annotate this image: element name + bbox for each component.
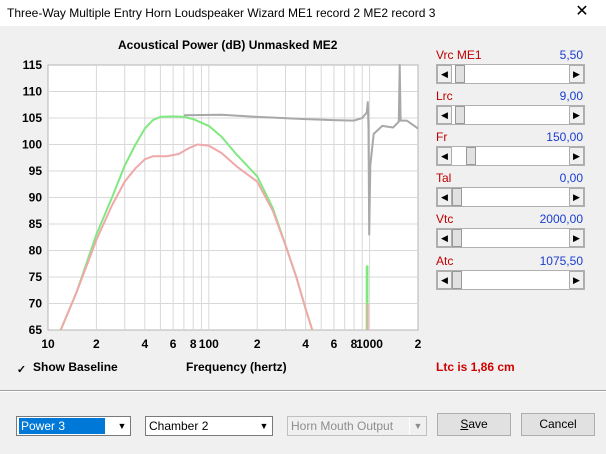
x-tick-label: 4 — [141, 337, 148, 351]
slider-thumb[interactable] — [452, 271, 462, 289]
slider-track[interactable]: ◀ ▶ — [436, 187, 585, 207]
divider — [0, 390, 606, 392]
scroll-left-icon[interactable]: ◀ — [437, 229, 452, 247]
x-tick-label: 10 — [41, 337, 55, 351]
slider-label: Atc — [436, 254, 454, 268]
slider-thumb[interactable] — [452, 229, 462, 247]
status-text: Ltc is 1,86 cm — [436, 360, 515, 374]
slider-track[interactable]: ◀ ▶ — [436, 270, 585, 290]
chamber-select-value: Chamber 2 — [149, 419, 209, 433]
cancel-button[interactable]: Cancel — [521, 413, 595, 436]
slider-thumb[interactable] — [452, 188, 462, 206]
acoustical-power-chart: 11511010510095908580757065 10 2 4 6 8 100 2 4 6 8… — [22, 58, 422, 351]
slider-label: Vtc — [436, 212, 454, 226]
y-tick-labels: 115 110 105 100 95 90 85 80 75 70 65 — [22, 58, 42, 337]
output-select: Horn Mouth Output ▼ — [287, 416, 427, 436]
x-tick-labels: 10 2 4 6 8 100 2 4 6 81000 2 — [41, 337, 421, 351]
x-axis-label: Frequency (hertz) — [186, 360, 287, 374]
output-select-value: Horn Mouth Output — [291, 419, 394, 433]
window-title: Three-Way Multiple Entry Horn Loudspeake… — [7, 6, 436, 20]
scroll-right-icon[interactable]: ▶ — [569, 229, 584, 247]
scroll-right-icon[interactable]: ▶ — [569, 106, 584, 124]
slider-label: Fr — [436, 130, 448, 144]
x-tick-label: 4 — [302, 337, 309, 351]
slider-label: Lrc — [436, 89, 453, 103]
slider-value: 2000,00 — [539, 212, 583, 226]
scroll-right-icon[interactable]: ▶ — [569, 188, 584, 206]
scroll-left-icon[interactable]: ◀ — [437, 188, 452, 206]
show-baseline-checkbox[interactable]: ✓ Show Baseline — [16, 360, 118, 376]
x-tick-label: 100 — [199, 337, 219, 351]
scroll-left-icon[interactable]: ◀ — [437, 147, 452, 165]
slider-track[interactable]: ◀ ▶ — [436, 228, 585, 248]
y-tick-label: 65 — [29, 323, 43, 337]
x-tick-label: 1000 — [356, 337, 383, 351]
scroll-right-icon[interactable]: ▶ — [569, 65, 584, 83]
slider-thumb[interactable] — [455, 65, 466, 83]
chevron-down-icon: ▼ — [409, 417, 426, 435]
scroll-left-icon[interactable]: ◀ — [437, 271, 452, 289]
x-tick-label: 6 — [331, 337, 338, 351]
power-select-value: Power 3 — [19, 418, 105, 434]
title-bar: Three-Way Multiple Entry Horn Loudspeake… — [0, 0, 606, 26]
slider-label: Vrc ME1 — [436, 48, 482, 62]
y-tick-label: 95 — [29, 164, 43, 178]
y-tick-label: 75 — [29, 270, 43, 284]
y-tick-label: 85 — [29, 217, 43, 231]
x-tick-label: 6 — [170, 337, 177, 351]
y-tick-label: 100 — [22, 138, 42, 152]
x-tick-label: 8 — [190, 337, 197, 351]
y-tick-label: 80 — [29, 244, 43, 258]
y-tick-label: 90 — [29, 191, 43, 205]
y-tick-label: 105 — [22, 111, 42, 125]
close-icon[interactable]: ✕ — [562, 0, 602, 26]
slider-value: 9,00 — [559, 89, 583, 103]
scroll-left-icon[interactable]: ◀ — [437, 106, 452, 124]
y-tick-label: 115 — [23, 58, 43, 72]
x-tick-label: 2 — [415, 337, 422, 351]
chamber-select[interactable]: Chamber 2 ▼ — [145, 416, 273, 436]
slider-thumb[interactable] — [465, 147, 476, 165]
x-tick-label: 2 — [93, 337, 100, 351]
show-baseline-label: Show Baseline — [33, 360, 118, 374]
chevron-down-icon[interactable]: ▼ — [255, 417, 272, 435]
scroll-left-icon[interactable]: ◀ — [437, 65, 452, 83]
slider-value: 1075,50 — [539, 254, 583, 268]
power-select[interactable]: Power 3 ▼ — [16, 416, 131, 436]
chevron-down-icon[interactable]: ▼ — [113, 417, 130, 435]
x-tick-label: 2 — [254, 337, 261, 351]
scroll-right-icon[interactable]: ▶ — [569, 147, 584, 165]
y-tick-label: 110 — [23, 85, 43, 99]
slider-value: 150,00 — [546, 130, 583, 144]
slider-label: Tal — [436, 171, 452, 185]
slider-track[interactable]: ◀ ▶ — [436, 64, 585, 84]
checkbox-check-icon[interactable]: ✓ — [16, 365, 27, 376]
slider-track[interactable]: ◀ ▶ — [436, 146, 585, 166]
slider-track[interactable]: ◀ ▶ — [436, 105, 585, 125]
save-button[interactable]: Save — [437, 413, 511, 436]
slider-value: 5,50 — [559, 48, 583, 62]
chart-title: Acoustical Power (dB) Unmasked ME2 — [118, 38, 338, 52]
y-tick-label: 70 — [29, 297, 43, 311]
slider-value: 0,00 — [559, 171, 583, 185]
scroll-right-icon[interactable]: ▶ — [569, 271, 584, 289]
slider-thumb[interactable] — [455, 106, 466, 124]
